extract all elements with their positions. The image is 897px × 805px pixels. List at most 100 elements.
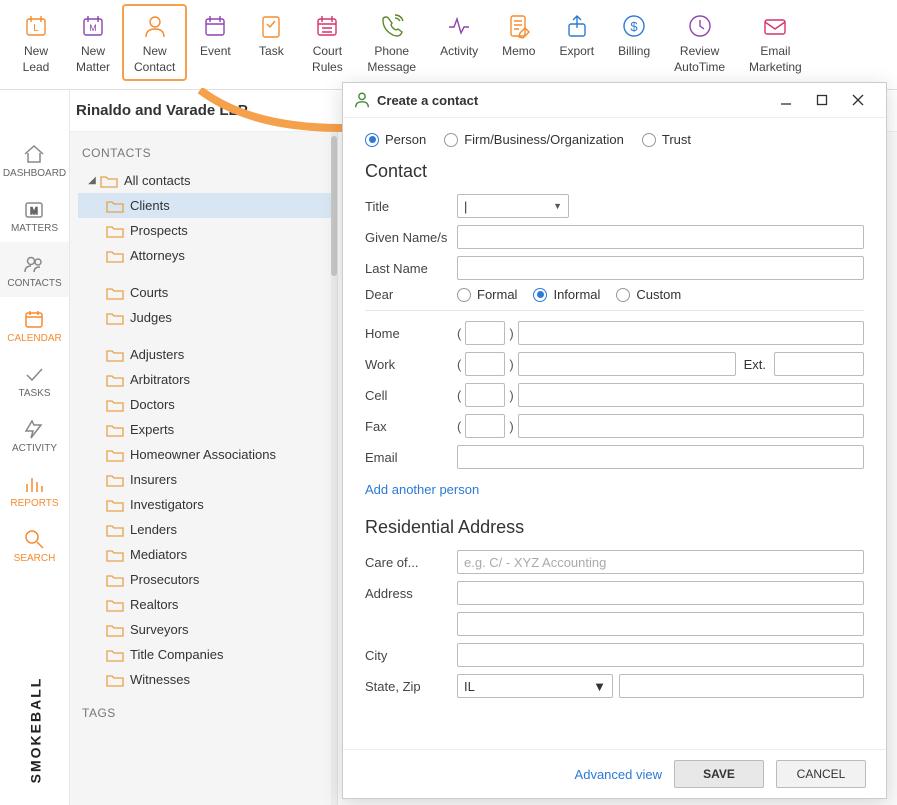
event-button[interactable]: Event [187, 4, 243, 66]
tree-item-attorneys[interactable]: Attorneys [78, 243, 337, 268]
tree-item-experts[interactable]: Experts [78, 417, 337, 442]
court-rules-button[interactable]: CourtRules [299, 4, 355, 81]
home-area-input[interactable] [465, 321, 505, 345]
save-button[interactable]: SAVE [674, 760, 764, 788]
tree-item-witnesses[interactable]: Witnesses [78, 667, 337, 692]
folder-icon [100, 174, 118, 188]
state-dropdown[interactable]: IL▼ [457, 674, 613, 698]
tree-item-clients[interactable]: Clients [78, 193, 337, 218]
tags-heading: TAGS [70, 692, 337, 724]
tree-all-contacts[interactable]: ◢All contacts [78, 168, 337, 193]
work-area-input[interactable] [465, 352, 505, 376]
activity-button[interactable]: Activity [428, 4, 490, 66]
tree-item-doctors[interactable]: Doctors [78, 392, 337, 417]
tree-item-arbitrators[interactable]: Arbitrators [78, 367, 337, 392]
nav-tasks-icon [22, 362, 48, 388]
last-name-input[interactable] [457, 256, 864, 280]
home-number-input[interactable] [518, 321, 864, 345]
close-button[interactable] [840, 89, 876, 111]
tree-item-insurers[interactable]: Insurers [78, 467, 337, 492]
nav-tasks[interactable]: TASKS [0, 352, 69, 407]
minimize-button[interactable] [768, 89, 804, 111]
person-icon [353, 91, 371, 109]
folder-icon [106, 498, 124, 512]
nav-contacts[interactable]: CONTACTS [0, 242, 69, 297]
label-email: Email [365, 450, 457, 465]
email-input[interactable] [457, 445, 864, 469]
sidebar-scrollbar[interactable] [331, 132, 337, 805]
review-autotime-button-icon [684, 10, 716, 42]
dear-formal[interactable]: Formal [457, 287, 517, 302]
label-address: Address [365, 586, 457, 601]
phone-message-button[interactable]: PhoneMessage [355, 4, 428, 81]
new-lead-button[interactable]: LNewLead [8, 4, 64, 81]
tree-item-judges[interactable]: Judges [78, 305, 337, 330]
new-matter-button-icon: M [77, 10, 109, 42]
nav-matters[interactable]: MMATTERS [0, 187, 69, 242]
folder-icon [106, 648, 124, 662]
section-contact: Contact [365, 161, 864, 182]
nav-activity[interactable]: ACTIVITY [0, 407, 69, 462]
dear-informal[interactable]: Informal [533, 287, 600, 302]
tree-item-homeowner-associations[interactable]: Homeowner Associations [78, 442, 337, 467]
firm-name: Rinaldo and Varade LLP [70, 102, 248, 119]
nav-calendar[interactable]: CALENDAR [0, 297, 69, 352]
fax-area-input[interactable] [465, 414, 505, 438]
tree-item-surveyors[interactable]: Surveyors [78, 617, 337, 642]
dear-custom[interactable]: Custom [616, 287, 681, 302]
maximize-button[interactable] [804, 89, 840, 111]
title-dropdown[interactable]: |▼ [457, 194, 569, 218]
email-marketing-button[interactable]: EmailMarketing [737, 4, 814, 81]
contact-type-trust[interactable]: Trust [642, 132, 691, 147]
contact-type-firm[interactable]: Firm/Business/Organization [444, 132, 624, 147]
label-ext: Ext. [744, 357, 766, 372]
fax-number-input[interactable] [518, 414, 864, 438]
zip-input[interactable] [619, 674, 864, 698]
careof-input[interactable] [457, 550, 864, 574]
tree-item-title-companies[interactable]: Title Companies [78, 642, 337, 667]
tree-item-adjusters[interactable]: Adjusters [78, 342, 337, 367]
tree-item-prospects[interactable]: Prospects [78, 218, 337, 243]
cell-number-input[interactable] [518, 383, 864, 407]
add-another-person-link[interactable]: Add another person [365, 482, 479, 497]
address-line2-input[interactable] [457, 612, 864, 636]
tree-item-realtors[interactable]: Realtors [78, 592, 337, 617]
folder-icon [106, 224, 124, 238]
work-number-input[interactable] [518, 352, 736, 376]
svg-text:$: $ [631, 19, 639, 34]
cell-area-input[interactable] [465, 383, 505, 407]
folder-icon [106, 598, 124, 612]
billing-button[interactable]: $Billing [606, 4, 662, 66]
nav-reports-icon [22, 472, 48, 498]
task-button[interactable]: Task [243, 4, 299, 66]
tree-item-courts[interactable]: Courts [78, 280, 337, 305]
new-matter-button[interactable]: MNewMatter [64, 4, 122, 81]
work-ext-input[interactable] [774, 352, 864, 376]
tree-item-mediators[interactable]: Mediators [78, 542, 337, 567]
cancel-button[interactable]: CANCEL [776, 760, 866, 788]
given-name-input[interactable] [457, 225, 864, 249]
dialog-title: Create a contact [377, 93, 768, 108]
tree-item-investigators[interactable]: Investigators [78, 492, 337, 517]
tree-item-prosecutors[interactable]: Prosecutors [78, 567, 337, 592]
label-cell: Cell [365, 388, 457, 403]
contact-type-person[interactable]: Person [365, 132, 426, 147]
folder-icon [106, 286, 124, 300]
city-input[interactable] [457, 643, 864, 667]
label-home: Home [365, 326, 457, 341]
export-button[interactable]: Export [547, 4, 606, 66]
email-marketing-button-icon [759, 10, 791, 42]
activity-button-icon [443, 10, 475, 42]
nav-reports[interactable]: REPORTS [0, 462, 69, 517]
label-last-name: Last Name [365, 261, 457, 276]
tree-item-lenders[interactable]: Lenders [78, 517, 337, 542]
new-contact-button[interactable]: NewContact [122, 4, 187, 81]
nav-matters-icon: M [22, 197, 48, 223]
memo-button[interactable]: Memo [490, 4, 547, 66]
caret-down-icon: ◢ [86, 175, 98, 186]
review-autotime-button[interactable]: ReviewAutoTime [662, 4, 737, 81]
nav-search[interactable]: SEARCH [0, 517, 69, 572]
advanced-view-link[interactable]: Advanced view [575, 767, 662, 782]
address-line1-input[interactable] [457, 581, 864, 605]
nav-dashboard[interactable]: DASHBOARD [0, 132, 69, 187]
